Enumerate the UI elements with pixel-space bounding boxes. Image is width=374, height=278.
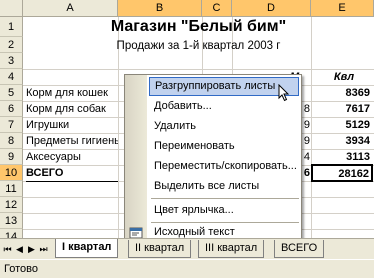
row-header-2[interactable]: 2 — [0, 37, 23, 53]
header-cell-e[interactable]: Квл — [318, 69, 370, 85]
tab-total[interactable]: ВСЕГО — [274, 240, 325, 258]
row-header-10[interactable]: 10 — [0, 165, 23, 181]
row-header-14[interactable]: 14 — [0, 229, 23, 238]
row-header-12[interactable]: 12 — [0, 197, 23, 213]
value-cell[interactable]: 3934 — [312, 133, 370, 149]
row-header-1[interactable]: 1 — [0, 17, 23, 37]
tab-q2[interactable]: II квартал — [128, 240, 192, 258]
column-header-c[interactable]: C — [202, 0, 232, 17]
value-cell[interactable]: 5129 — [312, 117, 370, 133]
first-sheet-icon[interactable]: ⏮ — [2, 243, 13, 255]
total-value-cell[interactable]: 28162 — [311, 164, 373, 182]
row-header-9[interactable]: 9 — [0, 149, 23, 165]
tab-q1[interactable]: I квартал — [55, 239, 119, 258]
status-bar: Готово — [0, 259, 374, 278]
sheet-tab-context-menu: Разгруппировать листы Добавить... Удалит… — [124, 74, 302, 242]
value-cell[interactable]: 7617 — [312, 101, 370, 117]
row-header-11[interactable]: 11 — [0, 181, 23, 197]
menu-item-select-all-sheets[interactable]: Выделить все листы — [149, 177, 299, 196]
row-header-13[interactable]: 13 — [0, 213, 23, 229]
total-label-cell[interactable]: ВСЕГО — [26, 165, 118, 182]
item-cell[interactable]: Предметы гигиены — [26, 133, 118, 149]
status-text: Готово — [4, 263, 38, 275]
row-header-5[interactable]: 5 — [0, 85, 23, 101]
mouse-cursor-icon — [278, 84, 290, 102]
column-header-e[interactable]: E — [311, 0, 374, 17]
row-header-3[interactable]: 3 — [0, 53, 23, 69]
menu-item-ungroup-sheets[interactable]: Разгруппировать листы — [149, 77, 299, 96]
row-header-7[interactable]: 7 — [0, 117, 23, 133]
sheet-subtitle[interactable]: Продажи за 1-й квартал 2003 г — [23, 40, 374, 52]
menu-item-insert[interactable]: Добавить... — [149, 97, 299, 116]
sheet-tabs-bar: ⏮ ◀ ▶ ⏭ I квартал II квартал III квартал… — [0, 238, 374, 259]
item-cell[interactable]: Корм для кошек — [26, 85, 118, 101]
menu-item-delete[interactable]: Удалить — [149, 117, 299, 136]
menu-item-rename[interactable]: Переименовать — [149, 137, 299, 156]
sheet-title[interactable]: Магазин "Белый бим" — [23, 18, 374, 36]
next-sheet-icon[interactable]: ▶ — [26, 243, 37, 255]
column-header-b[interactable]: B — [118, 0, 202, 17]
value-cell[interactable]: 3113 — [312, 149, 370, 165]
last-sheet-icon[interactable]: ⏭ — [38, 243, 49, 255]
item-cell[interactable]: Корм для собак — [26, 101, 118, 117]
menu-icon-gutter — [125, 75, 147, 241]
prev-sheet-icon[interactable]: ◀ — [14, 243, 25, 255]
row-header-4[interactable]: 4 — [0, 69, 23, 85]
row-header-6[interactable]: 6 — [0, 101, 23, 117]
menu-item-move-copy[interactable]: Переместить/скопировать... — [149, 157, 299, 176]
tab-q3[interactable]: III квартал — [198, 240, 265, 258]
menu-separator — [151, 198, 299, 199]
value-cell[interactable]: 8369 — [312, 85, 370, 101]
row-header-8[interactable]: 8 — [0, 133, 23, 149]
column-header-a[interactable]: A — [23, 0, 118, 17]
item-cell[interactable]: Аксесуары — [26, 149, 118, 165]
item-cell[interactable]: Игрушки — [26, 117, 118, 133]
menu-item-tab-color[interactable]: Цвет ярлычка... — [149, 201, 299, 220]
select-all-corner[interactable] — [0, 0, 23, 17]
column-header-d[interactable]: D — [232, 0, 311, 17]
